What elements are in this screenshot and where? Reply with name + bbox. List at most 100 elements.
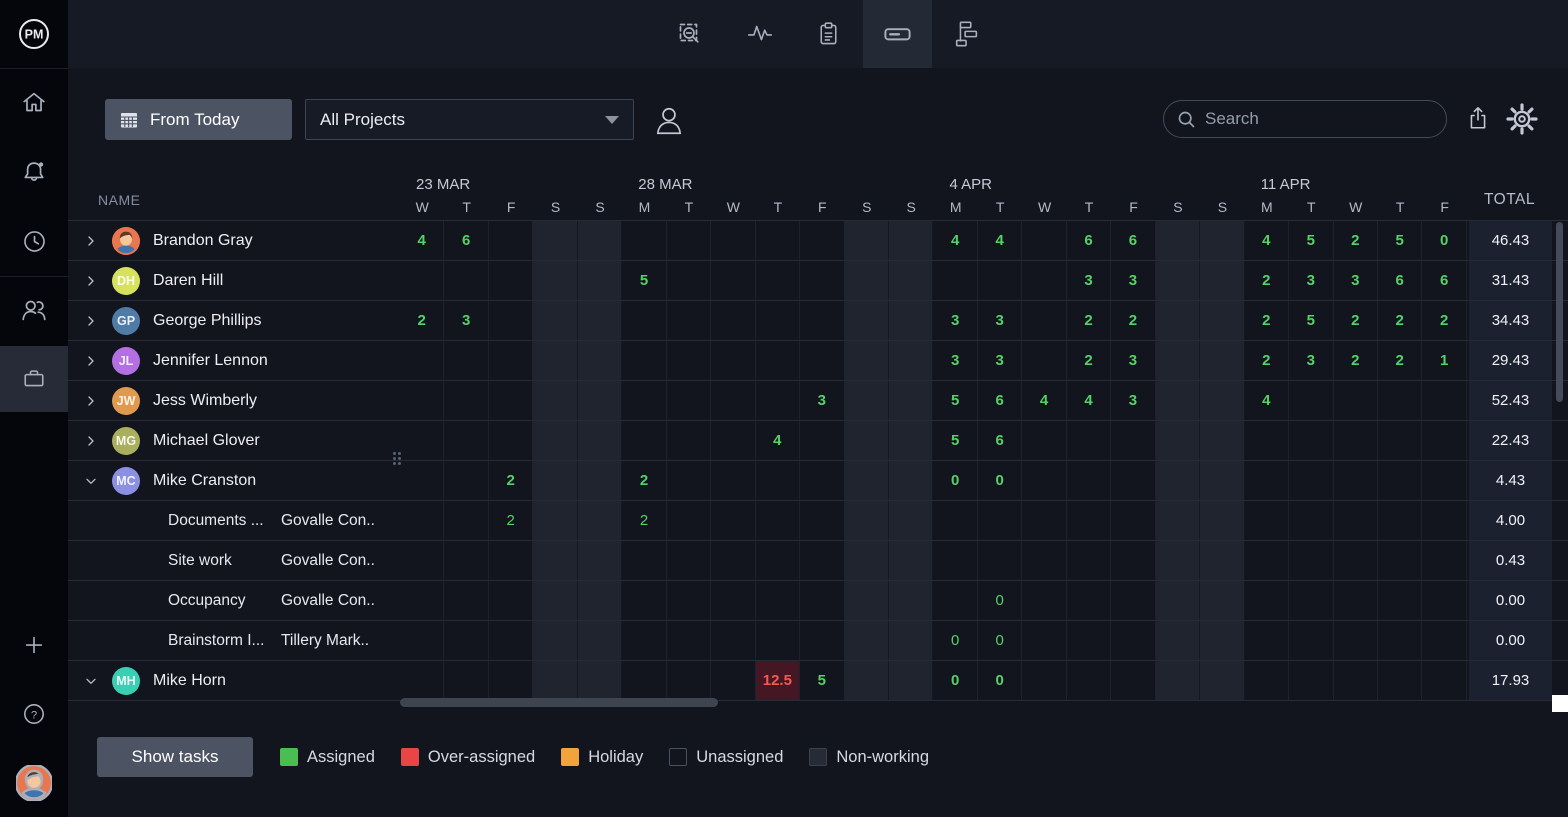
workload-cell[interactable] <box>933 541 977 580</box>
workload-cell[interactable] <box>1111 501 1155 540</box>
workload-cell[interactable] <box>1067 541 1111 580</box>
from-today-button[interactable]: From Today <box>105 99 292 140</box>
workload-cell[interactable] <box>444 341 488 380</box>
workload-cell[interactable] <box>533 261 577 300</box>
workload-cell[interactable] <box>1334 421 1378 460</box>
workload-cell[interactable] <box>800 341 844 380</box>
workload-cell[interactable]: 5 <box>1289 221 1333 260</box>
sidebar-user-avatar[interactable] <box>0 755 68 811</box>
workload-cell[interactable] <box>756 581 800 620</box>
workload-cell[interactable] <box>1022 661 1066 700</box>
workload-cell[interactable] <box>533 581 577 620</box>
workload-cell[interactable] <box>845 381 889 420</box>
workload-cell[interactable] <box>489 421 533 460</box>
workload-cell[interactable]: 3 <box>1289 341 1333 380</box>
workload-cell[interactable] <box>444 581 488 620</box>
workload-cell[interactable]: 2 <box>1111 301 1155 340</box>
workload-cell[interactable] <box>1156 301 1200 340</box>
workload-cell[interactable] <box>1200 381 1244 420</box>
workload-cell[interactable] <box>845 501 889 540</box>
person-name-cell[interactable]: MGMichael Glover <box>68 421 400 460</box>
workload-cell[interactable] <box>1422 581 1466 620</box>
workload-cell[interactable] <box>1067 461 1111 500</box>
workload-cell[interactable] <box>1245 461 1289 500</box>
workload-cell[interactable] <box>978 541 1022 580</box>
workload-cell[interactable] <box>1200 221 1244 260</box>
workload-cell[interactable] <box>667 461 711 500</box>
task-name-cell[interactable]: Site workGovalle Con.. <box>68 541 400 580</box>
workload-cell[interactable] <box>1289 661 1333 700</box>
workload-cell[interactable] <box>1422 621 1466 660</box>
workload-cell[interactable]: 6 <box>1067 221 1111 260</box>
workload-cell[interactable] <box>1156 581 1200 620</box>
chevron-right-icon[interactable] <box>83 313 99 329</box>
workload-cell[interactable] <box>444 541 488 580</box>
workload-cell[interactable] <box>1378 581 1422 620</box>
workload-cell[interactable] <box>1067 581 1111 620</box>
workload-cell[interactable] <box>400 661 444 700</box>
workload-cell[interactable] <box>889 221 933 260</box>
workload-cell[interactable] <box>489 621 533 660</box>
workload-cell[interactable] <box>489 381 533 420</box>
workload-cell[interactable] <box>533 621 577 660</box>
workload-cell[interactable] <box>1111 661 1155 700</box>
workload-cell[interactable] <box>845 221 889 260</box>
workload-cell[interactable]: 2 <box>489 461 533 500</box>
workload-cell[interactable] <box>711 501 755 540</box>
workload-cell[interactable] <box>711 621 755 660</box>
person-name-cell[interactable]: JLJennifer Lennon <box>68 341 400 380</box>
workload-cell[interactable] <box>1334 381 1378 420</box>
workload-cell[interactable]: 3 <box>933 301 977 340</box>
workload-cell[interactable]: 6 <box>444 221 488 260</box>
workload-cell[interactable] <box>845 661 889 700</box>
workload-cell[interactable] <box>1378 421 1422 460</box>
workload-cell[interactable] <box>756 341 800 380</box>
workload-cell[interactable] <box>1156 661 1200 700</box>
workload-cell[interactable] <box>845 421 889 460</box>
chevron-right-icon[interactable] <box>83 353 99 369</box>
workload-cell[interactable] <box>578 461 622 500</box>
workload-cell[interactable] <box>1022 341 1066 380</box>
task-name-cell[interactable]: Documents ...Govalle Con.. <box>68 501 400 540</box>
workload-cell[interactable] <box>1022 421 1066 460</box>
workload-cell[interactable] <box>1378 381 1422 420</box>
settings-button[interactable] <box>1504 100 1540 138</box>
workload-cell[interactable] <box>1245 621 1289 660</box>
workload-cell[interactable] <box>444 461 488 500</box>
workload-cell[interactable] <box>444 661 488 700</box>
workload-cell[interactable] <box>1422 461 1466 500</box>
workload-cell[interactable] <box>1245 421 1289 460</box>
workload-cell[interactable]: 4 <box>400 221 444 260</box>
workload-cell[interactable] <box>533 501 577 540</box>
workload-cell[interactable] <box>1067 661 1111 700</box>
workload-cell[interactable] <box>667 221 711 260</box>
workload-cell[interactable] <box>444 621 488 660</box>
person-name-cell[interactable]: JWJess Wimberly <box>68 381 400 420</box>
workload-cell[interactable]: 3 <box>1111 341 1155 380</box>
workload-cell[interactable] <box>1156 421 1200 460</box>
task-name-cell[interactable]: OccupancyGovalle Con.. <box>68 581 400 620</box>
workload-cell[interactable] <box>1067 501 1111 540</box>
workload-cell[interactable] <box>533 341 577 380</box>
workload-cell[interactable]: 5 <box>1378 221 1422 260</box>
workload-cell[interactable] <box>1200 261 1244 300</box>
workload-cell[interactable] <box>578 261 622 300</box>
workload-cell[interactable]: 5 <box>933 421 977 460</box>
workload-cell[interactable] <box>1022 621 1066 660</box>
workload-cell[interactable] <box>1245 541 1289 580</box>
workload-cell[interactable] <box>1334 541 1378 580</box>
chevron-down-icon[interactable] <box>83 673 99 689</box>
workload-cell[interactable]: 4 <box>1067 381 1111 420</box>
workload-cell[interactable] <box>845 621 889 660</box>
workload-cell[interactable]: 0 <box>978 621 1022 660</box>
tab-workload[interactable] <box>863 0 932 68</box>
workload-cell[interactable] <box>800 541 844 580</box>
person-name-cell[interactable]: GPGeorge Phillips <box>68 301 400 340</box>
workload-cell[interactable] <box>889 341 933 380</box>
export-button[interactable] <box>1462 101 1494 137</box>
workload-cell[interactable] <box>1156 261 1200 300</box>
workload-cell[interactable] <box>1200 501 1244 540</box>
workload-cell[interactable] <box>1334 581 1378 620</box>
workload-cell[interactable] <box>622 621 666 660</box>
workload-cell[interactable]: 6 <box>978 381 1022 420</box>
